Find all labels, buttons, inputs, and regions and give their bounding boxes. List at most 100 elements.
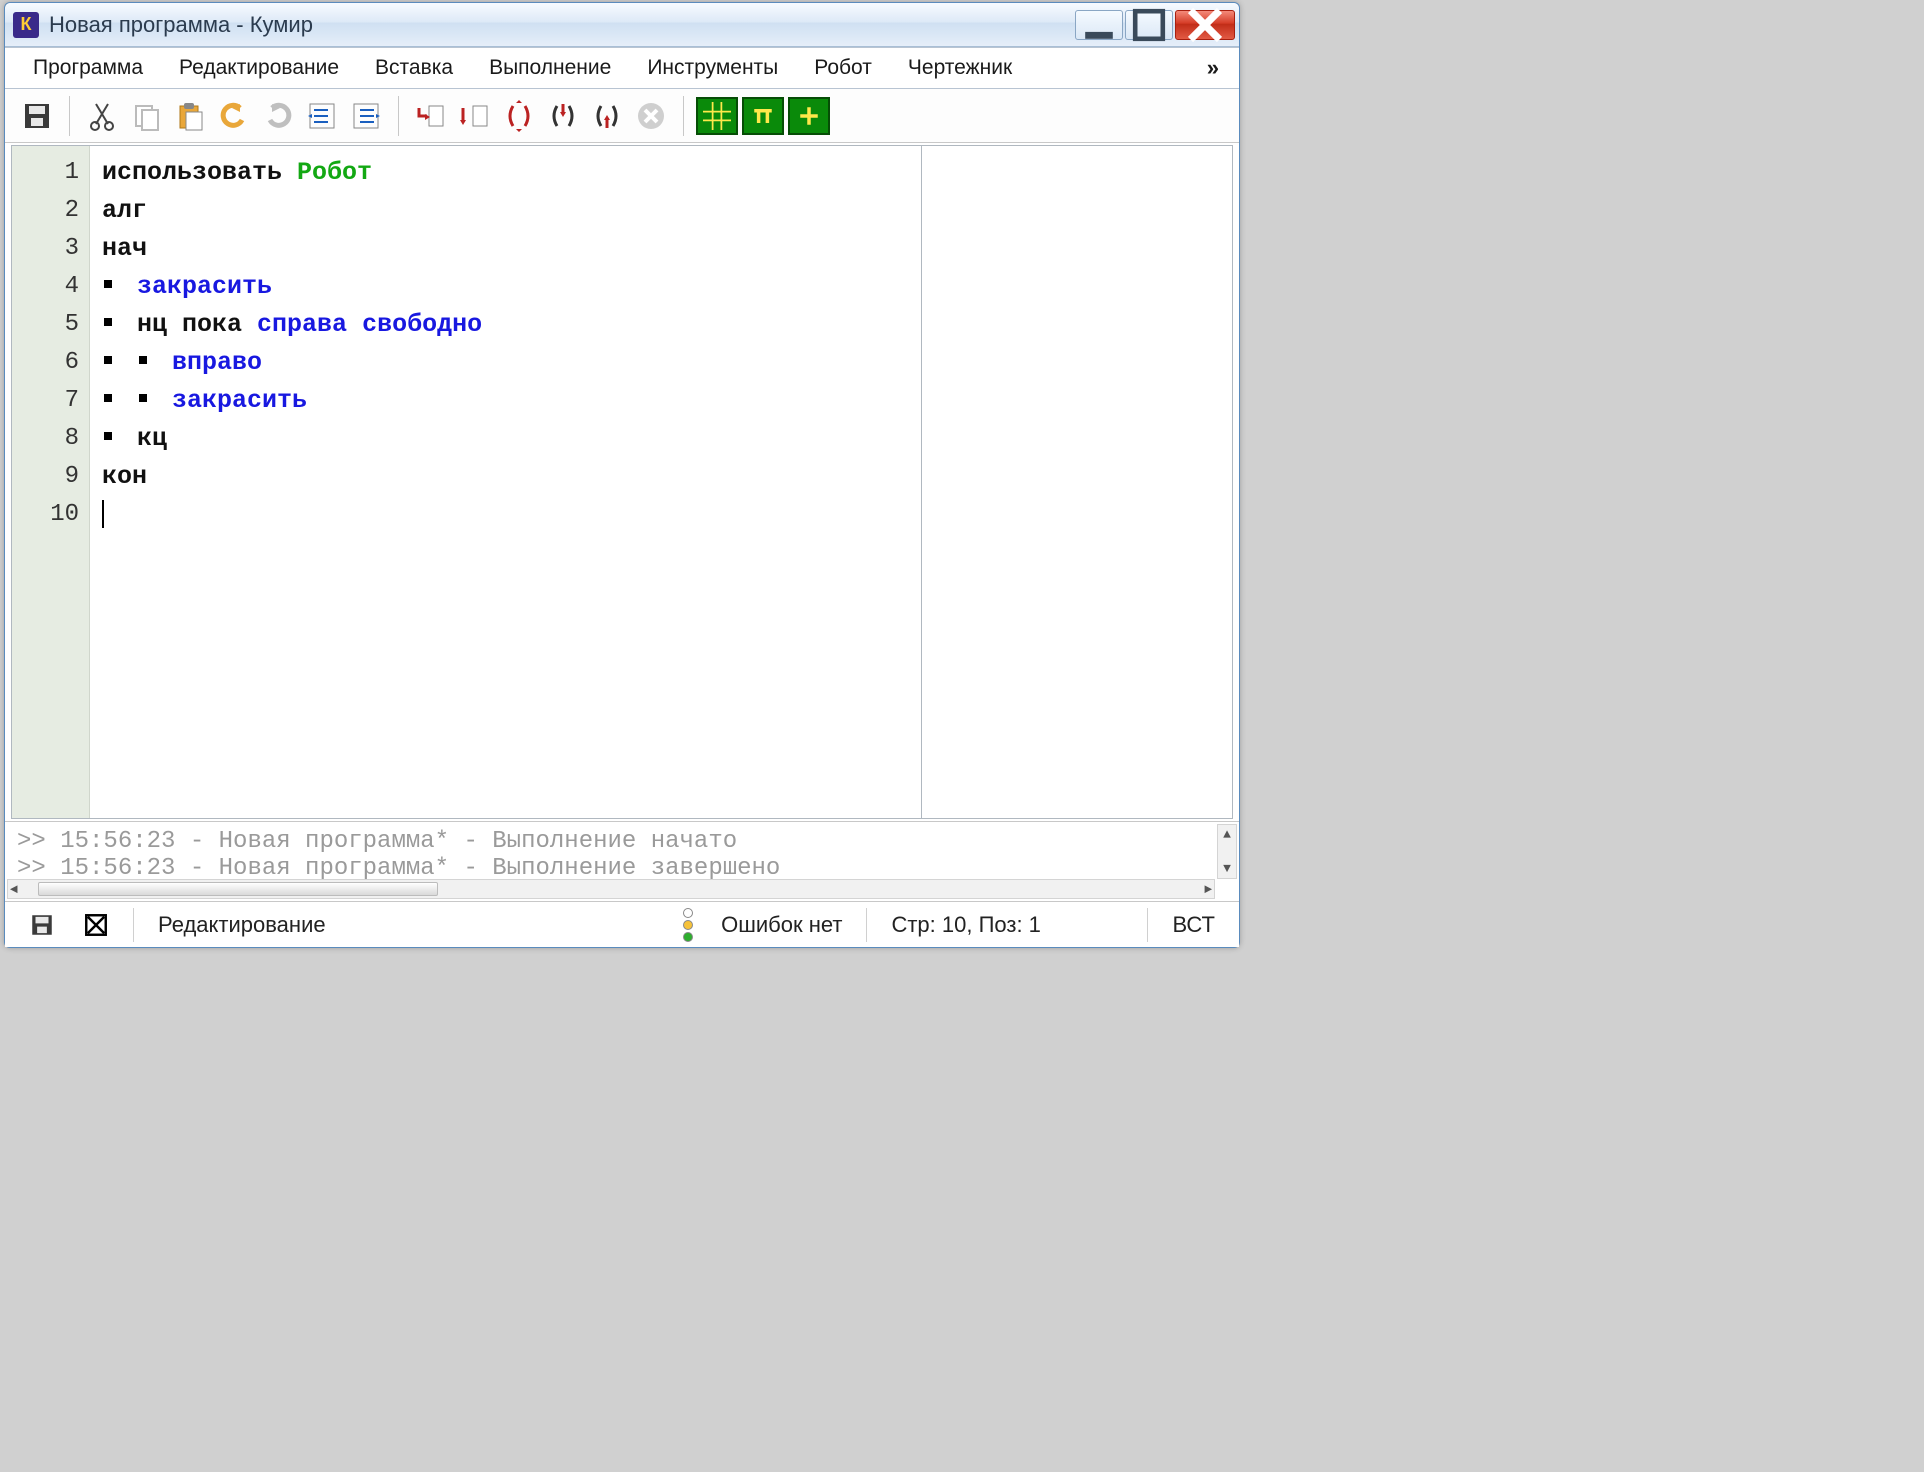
toolbar-separator: [398, 96, 399, 136]
menu-program[interactable]: Программа: [15, 50, 161, 86]
undo-icon[interactable]: [214, 96, 254, 136]
line-number: 6: [12, 344, 79, 382]
log-scrollbar-vertical[interactable]: ▲ ▼: [1217, 824, 1237, 879]
go-back-icon[interactable]: [587, 96, 627, 136]
save-icon[interactable]: [17, 96, 57, 136]
close-button[interactable]: [1175, 10, 1235, 40]
line-number: 5: [12, 306, 79, 344]
maximize-button[interactable]: [1125, 10, 1173, 40]
cut-icon[interactable]: [82, 96, 122, 136]
toolbar: [5, 89, 1239, 143]
status-save-icon[interactable]: [15, 912, 69, 938]
code-line[interactable]: вправо: [102, 344, 909, 382]
scroll-up-icon[interactable]: ▲: [1221, 825, 1233, 844]
run-to-cursor-icon[interactable]: [543, 96, 583, 136]
robot-pi-icon[interactable]: [742, 97, 784, 135]
code-editor[interactable]: использовать Робот алг нач закрасить нц по…: [90, 146, 921, 818]
line-number: 7: [12, 382, 79, 420]
step-into-icon[interactable]: [411, 96, 451, 136]
window-title: Новая программа - Кумир: [49, 12, 1075, 38]
line-number: 1: [12, 154, 79, 192]
status-traffic-icon: [669, 908, 707, 942]
titlebar: К Новая программа - Кумир: [5, 3, 1239, 47]
indent-dot-icon: [104, 280, 112, 288]
code-line[interactable]: закрасить: [102, 382, 909, 420]
indent-dot-icon: [139, 394, 147, 402]
line-number: 9: [12, 458, 79, 496]
menu-robot[interactable]: Робот: [796, 50, 890, 86]
line-number: 2: [12, 192, 79, 230]
statusbar: Редактирование Ошибок нет Стр: 10, Поз: …: [5, 901, 1239, 947]
code-line[interactable]: кц: [102, 420, 909, 458]
minimize-button[interactable]: [1075, 10, 1123, 40]
robot-grid-icon[interactable]: [696, 97, 738, 135]
toolbar-separator: [69, 96, 70, 136]
log-line: >> 15:56:23 - Новая программа* - Выполне…: [17, 855, 1227, 882]
code-line[interactable]: использовать Робот: [102, 154, 909, 192]
log-scrollbar-horizontal[interactable]: ◄ ►: [7, 879, 1215, 899]
code-token: вправо: [172, 348, 262, 377]
code-token: нц пока: [137, 310, 257, 339]
line-number: 8: [12, 420, 79, 458]
code-token: закрасить: [137, 272, 272, 301]
indent-dot-icon: [104, 318, 112, 326]
output-pane: [922, 146, 1232, 818]
status-insert-mode: ВСТ: [1158, 912, 1229, 938]
line-number: 3: [12, 230, 79, 268]
menu-tools[interactable]: Инструменты: [629, 50, 796, 86]
stop-icon[interactable]: [631, 96, 671, 136]
code-line[interactable]: кон: [102, 458, 909, 496]
status-mode-label: Редактирование: [158, 912, 326, 938]
log-line: >> 15:56:23 - Новая программа* - Выполне…: [17, 828, 1227, 855]
scroll-down-icon[interactable]: ▼: [1221, 859, 1233, 878]
menu-draftsman[interactable]: Чертежник: [890, 50, 1030, 86]
code-token: алг: [102, 196, 147, 225]
line-gutter: 12345678910: [12, 146, 90, 818]
menu-edit[interactable]: Редактирование: [161, 50, 357, 86]
scroll-left-icon[interactable]: ◄: [8, 880, 20, 899]
indent-dot-icon: [139, 356, 147, 364]
menubar: Программа Редактирование Вставка Выполне…: [5, 47, 1239, 89]
app-icon: К: [13, 12, 39, 38]
line-number: 10: [12, 496, 79, 534]
window-controls: [1075, 10, 1235, 40]
code-token: справа свободно: [257, 310, 482, 339]
robot-plus-icon[interactable]: [788, 97, 830, 135]
menu-insert[interactable]: Вставка: [357, 50, 471, 86]
code-token: нач: [102, 234, 147, 263]
indent-dot-icon: [104, 432, 112, 440]
code-line[interactable]: [102, 496, 909, 534]
code-token: Робот: [297, 158, 372, 187]
scroll-right-icon[interactable]: ►: [1202, 880, 1214, 899]
indent-dot-icon: [104, 356, 112, 364]
code-line[interactable]: алг: [102, 192, 909, 230]
status-position: Стр: 10, Поз: 1: [877, 912, 1137, 938]
code-line[interactable]: нач: [102, 230, 909, 268]
text-caret: [102, 500, 104, 528]
menu-overflow[interactable]: »: [1197, 55, 1229, 81]
app-window: К Новая программа - Кумир Программа Реда…: [4, 2, 1240, 948]
line-number: 4: [12, 268, 79, 306]
content-area: 12345678910 использовать Робот алг нач зак…: [11, 145, 1233, 819]
code-line[interactable]: нц пока справа свободно: [102, 306, 909, 344]
indent-dot-icon: [104, 394, 112, 402]
step-over-icon[interactable]: [455, 96, 495, 136]
menu-execute[interactable]: Выполнение: [471, 50, 629, 86]
run-icon[interactable]: [499, 96, 539, 136]
scroll-thumb[interactable]: [38, 882, 438, 896]
code-line[interactable]: закрасить: [102, 268, 909, 306]
status-errors: Ошибок нет: [707, 912, 856, 938]
code-token: использовать: [102, 158, 297, 187]
status-mode: Редактирование: [144, 912, 669, 938]
paste-icon[interactable]: [170, 96, 210, 136]
indent-left-icon[interactable]: [302, 96, 342, 136]
copy-icon[interactable]: [126, 96, 166, 136]
code-token: закрасить: [172, 386, 307, 415]
indent-right-icon[interactable]: [346, 96, 386, 136]
status-clear-icon[interactable]: [69, 912, 123, 938]
editor-pane: 12345678910 использовать Робот алг нач зак…: [12, 146, 922, 818]
redo-icon[interactable]: [258, 96, 298, 136]
code-token: кц: [137, 424, 167, 453]
toolbar-separator: [683, 96, 684, 136]
log-panel: >> 15:56:23 - Новая программа* - Выполне…: [5, 821, 1239, 901]
